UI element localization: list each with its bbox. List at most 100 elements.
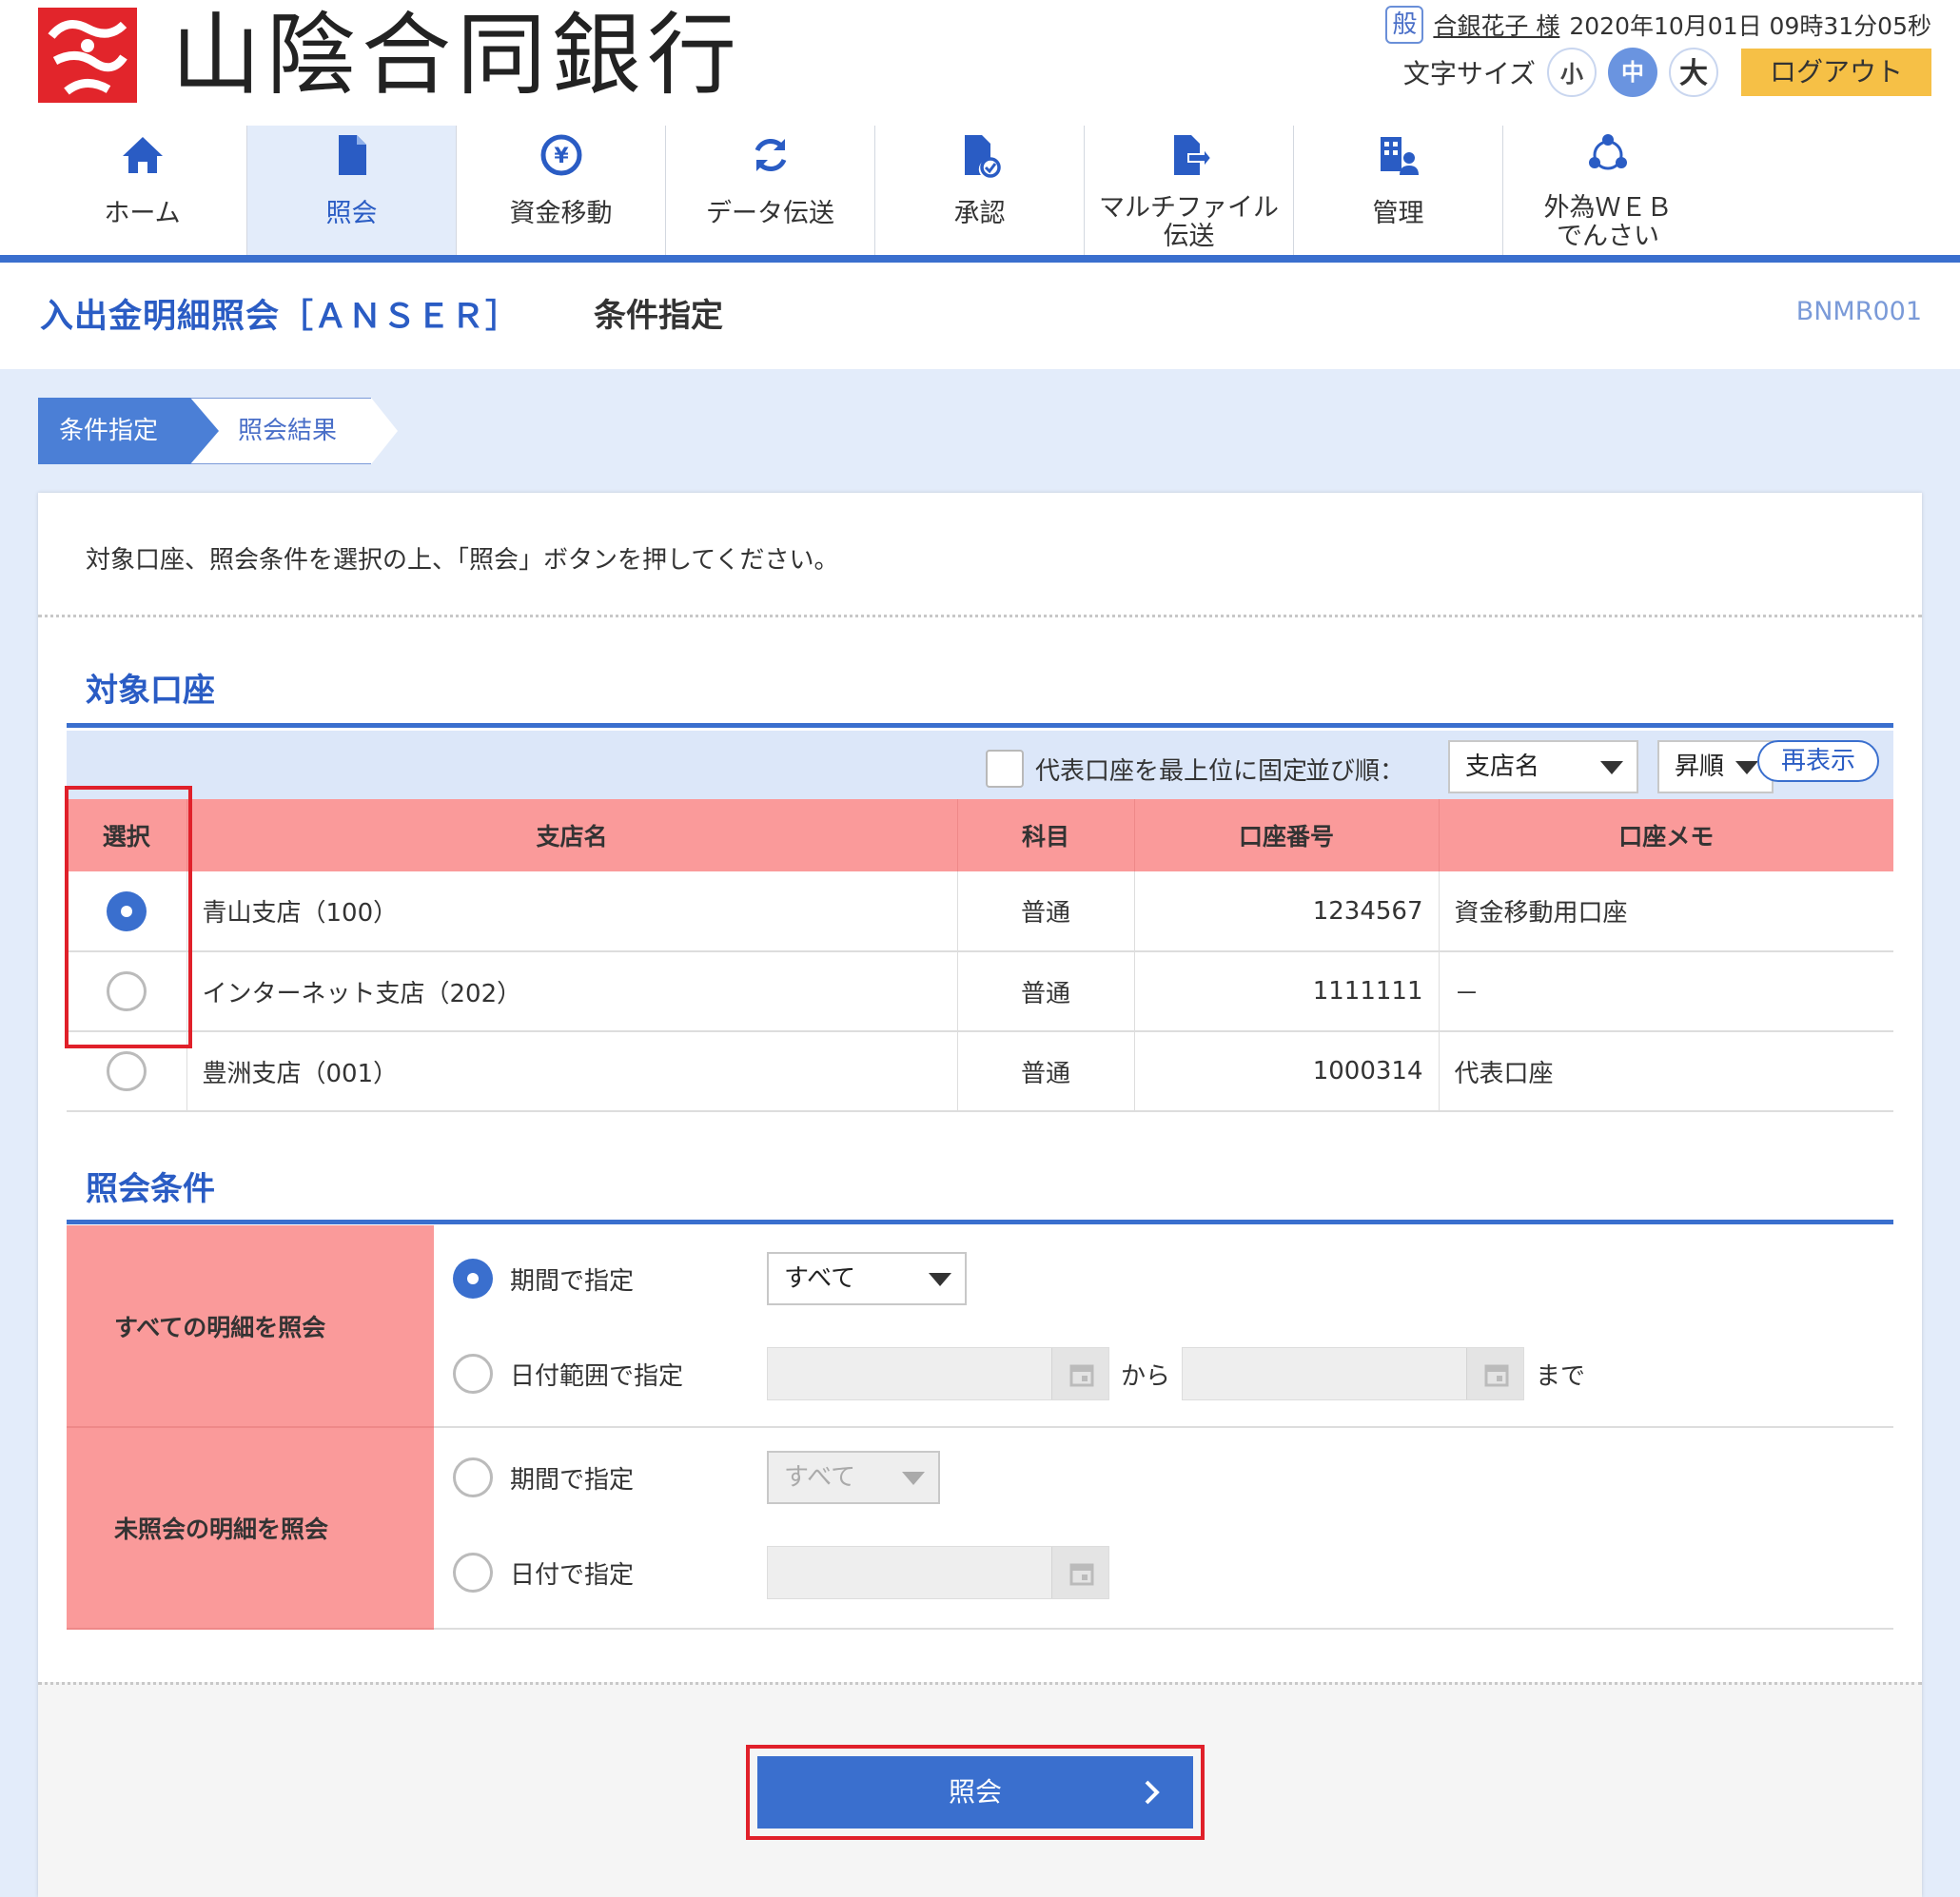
- step-indicator: 条件指定 照会結果: [38, 398, 398, 464]
- nav-foreign-exchange[interactable]: 外為ＷＥＢ でんさい: [1503, 126, 1713, 255]
- sort-order-value: 昇順: [1675, 753, 1725, 781]
- user-info: 般 合銀花子 様 2020年10月01日 09時31分05秒: [1385, 6, 1931, 44]
- nav-label-line1: 外為ＷＥＢ: [1543, 193, 1673, 223]
- condition-all-label: すべての明細を照会: [67, 1225, 434, 1428]
- home-icon: [38, 131, 246, 185]
- table-row[interactable]: インターネット支店（202） 普通 1111111 －: [67, 951, 1893, 1032]
- main-panel: 対象口座、照会条件を選択の上、「照会」ボタンを押してください。 対象口座 代表口…: [38, 493, 1922, 1897]
- accounts-table: 選択 支店名 科目 口座番号 口座メモ 青山支店（100） 普通 1234567…: [67, 799, 1893, 1112]
- nav-label: データ伝送: [706, 199, 834, 228]
- col-type: 科目: [956, 799, 1134, 871]
- admin-icon: [1294, 131, 1502, 185]
- highlight-select-column: [65, 786, 192, 1048]
- nav-inquiry[interactable]: 照会: [247, 126, 457, 255]
- refresh-icon: [666, 131, 874, 185]
- section-underline: [67, 1220, 1893, 1224]
- font-size-label: 文字サイズ: [1402, 58, 1536, 89]
- nav-data-transfer[interactable]: データ伝送: [666, 126, 875, 255]
- file-send-icon: [1085, 131, 1293, 185]
- table-row[interactable]: 豊洲支店（001） 普通 1000314 代表口座: [67, 1031, 1893, 1112]
- dropdown-arrow-icon: [1735, 761, 1758, 774]
- nav-label: 外為ＷＥＢ でんさい: [1503, 194, 1713, 251]
- number-cell: 1000314: [1133, 1031, 1439, 1112]
- yen-transfer-icon: ¥: [457, 131, 665, 185]
- number-cell: 1111111: [1133, 951, 1439, 1032]
- bank-name: 山陰合同銀行: [171, 4, 743, 108]
- approve-document-icon: [875, 131, 1084, 185]
- login-datetime: 2020年10月01日 09時31分05秒: [1569, 12, 1931, 40]
- screen-id: BNMR001: [1795, 297, 1922, 326]
- memo-cell: 資金移動用口座: [1438, 871, 1893, 952]
- page-title: 入出金明細照会［ＡＮＳＥＲ］: [40, 298, 520, 336]
- redisplay-button[interactable]: 再表示: [1757, 740, 1879, 782]
- branch-cell: インターネット支店（202）: [186, 951, 957, 1032]
- all-period-radio[interactable]: [453, 1259, 493, 1299]
- instruction-text: 対象口座、照会条件を選択の上、「照会」ボタンを押してください。: [86, 546, 839, 575]
- nav-transfer[interactable]: ¥ 資金移動: [457, 126, 666, 255]
- unread-period-select[interactable]: すべて: [767, 1451, 940, 1504]
- table-row[interactable]: 青山支店（100） 普通 1234567 資金移動用口座: [67, 871, 1893, 952]
- condition-row-all: すべての明細を照会 期間で指定 すべて 日付範囲で指定 から まで: [67, 1225, 1893, 1428]
- nav-underline: [0, 255, 1960, 263]
- logout-button[interactable]: ログアウト: [1741, 49, 1931, 96]
- date-input[interactable]: [767, 1546, 1109, 1599]
- all-range-radio[interactable]: [453, 1354, 493, 1394]
- user-name-link[interactable]: 合銀花子 様: [1433, 8, 1559, 42]
- type-cell: 普通: [956, 1031, 1134, 1112]
- account-radio[interactable]: [106, 1051, 147, 1091]
- memo-cell: 代表口座: [1438, 1031, 1893, 1112]
- network-icon: [1503, 131, 1713, 185]
- calendar-icon[interactable]: [1466, 1348, 1524, 1399]
- highlight-query-button: [746, 1745, 1205, 1840]
- user-type-badge: 般: [1385, 6, 1424, 44]
- divider: [38, 1682, 1922, 1685]
- sort-label: 並び順：: [1305, 757, 1405, 786]
- branch-cell: 青山支店（100）: [186, 871, 957, 952]
- section-title-accounts: 対象口座: [86, 672, 215, 710]
- nav-multifile[interactable]: マルチファイル 伝送: [1085, 126, 1294, 255]
- all-range-label: 日付範囲で指定: [510, 1361, 684, 1391]
- sort-order-select[interactable]: 昇順: [1657, 740, 1774, 793]
- table-header-row: 選択 支店名 科目 口座番号 口座メモ: [67, 799, 1893, 871]
- to-label: まで: [1536, 1361, 1586, 1391]
- font-large-button[interactable]: 大: [1669, 48, 1718, 97]
- unread-date-label: 日付で指定: [510, 1560, 635, 1590]
- date-from-input[interactable]: [767, 1347, 1109, 1400]
- number-cell: 1234567: [1133, 871, 1439, 952]
- section-underline: [67, 723, 1893, 728]
- step-condition: 条件指定: [38, 398, 219, 464]
- date-to-input[interactable]: [1182, 1347, 1525, 1400]
- pin-primary-checkbox[interactable]: [986, 750, 1024, 788]
- nav-label: マルチファイル 伝送: [1085, 194, 1293, 251]
- type-cell: 普通: [956, 871, 1134, 952]
- conditions-table: すべての明細を照会 期間で指定 すべて 日付範囲で指定 から まで 未照会の明細…: [67, 1225, 1893, 1630]
- nav-admin[interactable]: 管理: [1294, 126, 1503, 255]
- all-period-value: すべて: [784, 1264, 856, 1293]
- unread-period-radio[interactable]: [453, 1457, 493, 1497]
- calendar-icon[interactable]: [1051, 1547, 1108, 1598]
- condition-row-unread: 未照会の明細を照会 期間で指定 すべて 日付で指定: [67, 1427, 1893, 1630]
- nav-approval[interactable]: 承認: [875, 126, 1085, 255]
- font-medium-button[interactable]: 中: [1608, 48, 1657, 97]
- from-label: から: [1121, 1361, 1171, 1391]
- all-period-select[interactable]: すべて: [767, 1252, 967, 1305]
- nav-label-line2: でんさい: [1557, 222, 1659, 251]
- sort-field-select[interactable]: 支店名: [1448, 740, 1638, 793]
- condition-unread-label: 未照会の明細を照会: [67, 1427, 434, 1630]
- nav-label: 管理: [1372, 199, 1424, 228]
- font-size-control: 文字サイズ 小 中 大 ログアウト: [1403, 48, 1931, 97]
- nav-label: 照会: [325, 199, 378, 228]
- nav-home[interactable]: ホーム: [38, 126, 247, 255]
- option-unread-period: 期間で指定 すべて: [453, 1451, 940, 1504]
- col-number: 口座番号: [1133, 799, 1439, 871]
- col-branch: 支店名: [186, 799, 957, 871]
- condition-all-options: 期間で指定 すべて 日付範囲で指定 から まで: [434, 1225, 1893, 1428]
- unread-period-label: 期間で指定: [510, 1465, 635, 1495]
- calendar-icon[interactable]: [1051, 1348, 1108, 1399]
- all-period-label: 期間で指定: [510, 1266, 635, 1296]
- option-unread-date: 日付で指定: [453, 1546, 1109, 1599]
- font-small-button[interactable]: 小: [1547, 48, 1597, 97]
- unread-date-radio[interactable]: [453, 1553, 493, 1593]
- sort-field-value: 支店名: [1465, 753, 1540, 781]
- type-cell: 普通: [956, 951, 1134, 1032]
